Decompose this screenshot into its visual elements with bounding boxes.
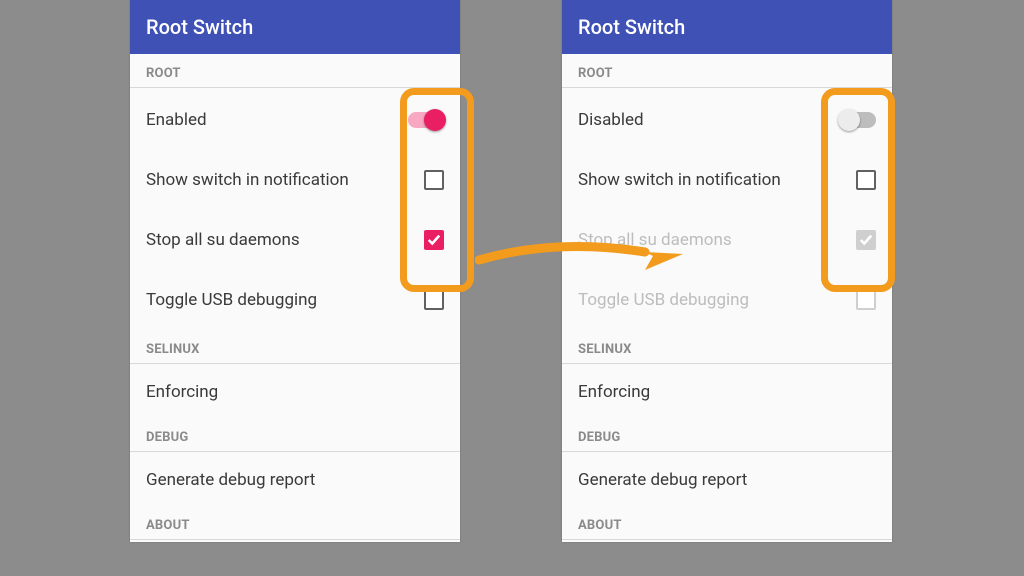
row-enforcing-label: Enforcing xyxy=(578,382,650,402)
appbar: Root Switch xyxy=(130,0,460,54)
row-usb: Toggle USB debugging xyxy=(562,270,892,330)
row-enabled-label: Disabled xyxy=(578,110,644,130)
row-enforcing[interactable]: Enforcing xyxy=(562,366,892,418)
section-debug: DEBUG xyxy=(130,418,460,452)
app-title: Root Switch xyxy=(578,15,685,39)
show-switch-checkbox[interactable] xyxy=(856,170,876,190)
row-stop-su-label: Stop all su daemons xyxy=(578,230,732,250)
stop-su-checkbox[interactable] xyxy=(424,230,444,250)
section-about: ABOUT xyxy=(130,506,460,540)
row-show-switch[interactable]: Show switch in notification xyxy=(562,150,892,210)
switch-knob-icon xyxy=(424,109,446,131)
section-selinux: SELINUX xyxy=(130,330,460,364)
usb-checkbox xyxy=(856,290,876,310)
stop-su-checkbox xyxy=(856,230,876,250)
row-show-switch-label: Show switch in notification xyxy=(146,170,349,190)
row-usb[interactable]: Toggle USB debugging xyxy=(130,270,460,330)
phone-left: Root Switch ROOT Enabled Show switch in … xyxy=(130,0,460,542)
row-enabled[interactable]: Disabled xyxy=(562,90,892,150)
phone-right: Root Switch ROOT Disabled Show switch in… xyxy=(562,0,892,542)
row-stop-su-label: Stop all su daemons xyxy=(146,230,300,250)
usb-checkbox[interactable] xyxy=(424,290,444,310)
row-debug-report-label: Generate debug report xyxy=(578,470,747,490)
row-stop-su[interactable]: Stop all su daemons xyxy=(130,210,460,270)
row-enforcing-label: Enforcing xyxy=(146,382,218,402)
row-debug-report[interactable]: Generate debug report xyxy=(562,454,892,506)
root-switch[interactable] xyxy=(408,112,444,128)
section-selinux: SELINUX xyxy=(562,330,892,364)
show-switch-checkbox[interactable] xyxy=(424,170,444,190)
row-debug-report-label: Generate debug report xyxy=(146,470,315,490)
switch-knob-icon xyxy=(838,109,860,131)
row-enabled-label: Enabled xyxy=(146,110,207,130)
row-show-switch[interactable]: Show switch in notification xyxy=(130,150,460,210)
row-show-switch-label: Show switch in notification xyxy=(578,170,781,190)
row-usb-label: Toggle USB debugging xyxy=(146,290,317,310)
section-about: ABOUT xyxy=(562,506,892,540)
section-root: ROOT xyxy=(562,54,892,88)
section-debug: DEBUG xyxy=(562,418,892,452)
app-title: Root Switch xyxy=(146,15,253,39)
row-stop-su: Stop all su daemons xyxy=(562,210,892,270)
row-enforcing[interactable]: Enforcing xyxy=(130,366,460,418)
section-root: ROOT xyxy=(130,54,460,88)
row-usb-label: Toggle USB debugging xyxy=(578,290,749,310)
row-debug-report[interactable]: Generate debug report xyxy=(130,454,460,506)
row-enabled[interactable]: Enabled xyxy=(130,90,460,150)
root-switch[interactable] xyxy=(840,112,876,128)
appbar: Root Switch xyxy=(562,0,892,54)
